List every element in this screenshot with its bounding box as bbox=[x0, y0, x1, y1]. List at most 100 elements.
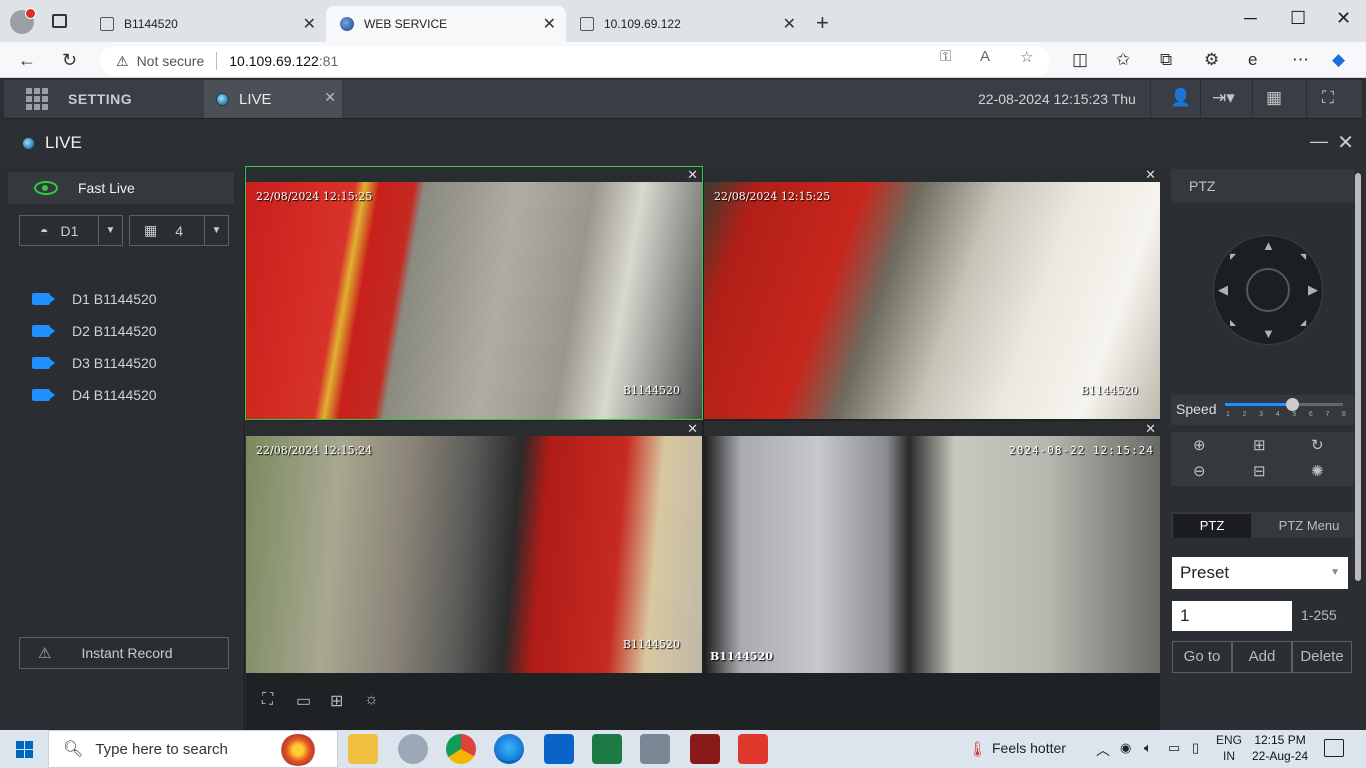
maximize-icon[interactable]: ☐ bbox=[1290, 8, 1306, 29]
zoom-out-icon[interactable]: ⊖ bbox=[1193, 462, 1206, 480]
favorite-star-icon[interactable]: ☆ bbox=[1020, 48, 1033, 66]
battery-icon[interactable]: ▯ bbox=[1192, 740, 1199, 756]
preset-select[interactable]: Preset ▼ bbox=[1172, 557, 1348, 589]
minimize-icon[interactable]: — bbox=[1310, 131, 1328, 152]
zoom-in-icon[interactable]: ⊕ bbox=[1193, 436, 1206, 454]
right-arrow-icon[interactable]: ▶ bbox=[1308, 282, 1318, 298]
setting-link[interactable]: SETTING bbox=[68, 91, 132, 107]
quad-view-icon[interactable]: ⊞ bbox=[330, 691, 343, 711]
goto-button[interactable]: Go to bbox=[1172, 641, 1232, 673]
camera-feed[interactable]: 22/08/2024 12:15:25 B1144520 bbox=[704, 182, 1160, 419]
menu-grid-icon[interactable] bbox=[26, 88, 48, 110]
camera-feed[interactable]: 22/08/2024 12:15:24 B1144520 bbox=[246, 436, 702, 673]
qr-code-icon[interactable]: ▦ bbox=[1266, 88, 1282, 108]
profile-avatar-icon[interactable] bbox=[10, 8, 36, 34]
left-arrow-icon[interactable]: ◀ bbox=[1218, 282, 1228, 298]
up-left-arrow-icon[interactable]: ◤ bbox=[1230, 252, 1236, 261]
volume-icon[interactable]: 🔈︎ bbox=[1144, 740, 1152, 756]
channel-item-d4[interactable]: D4 B1144520 bbox=[32, 379, 157, 411]
edge-icon[interactable]: e bbox=[1248, 50, 1257, 70]
speed-slider[interactable] bbox=[1225, 398, 1343, 411]
video-cell-4[interactable]: ✕ 2024-08-22 12:15:24 B1144520 bbox=[704, 421, 1160, 673]
edge-icon[interactable] bbox=[494, 734, 524, 764]
brightness-icon[interactable]: ☼ bbox=[364, 691, 379, 709]
close-icon[interactable]: ✕ bbox=[1337, 130, 1354, 155]
close-icon[interactable]: ✕ bbox=[1145, 167, 1156, 183]
read-aloud-icon[interactable]: A bbox=[980, 48, 990, 65]
anydesk-icon[interactable] bbox=[738, 734, 768, 764]
chevron-down-icon[interactable]: ▼ bbox=[98, 216, 122, 245]
down-arrow-icon[interactable]: ▼ bbox=[1262, 326, 1275, 341]
tab-ptz-menu[interactable]: PTZ Menu bbox=[1266, 514, 1352, 538]
device-select[interactable]: ◓ D1 ▼ bbox=[19, 215, 123, 246]
key-icon[interactable]: ⚿ bbox=[940, 48, 951, 65]
layout-select[interactable]: ▦ 4 ▼ bbox=[129, 215, 229, 246]
logout-icon[interactable]: ⇥▾ bbox=[1212, 88, 1235, 108]
extension-icon[interactable]: ⚙ bbox=[1204, 50, 1219, 70]
rotate-icon[interactable]: ↻ bbox=[1311, 436, 1324, 454]
ptz-direction-wheel[interactable]: ▲ ▼ ◀ ▶ ◤ ◥ ◣ ◢ bbox=[1213, 235, 1323, 345]
file-explorer-icon[interactable] bbox=[348, 734, 378, 764]
close-icon[interactable]: ✕ bbox=[1145, 421, 1156, 437]
windows-start-icon[interactable] bbox=[16, 741, 33, 758]
down-left-arrow-icon[interactable]: ◣ bbox=[1230, 318, 1236, 327]
app-window-icon[interactable] bbox=[640, 734, 670, 764]
up-arrow-icon[interactable]: ▲ bbox=[1262, 238, 1275, 253]
notification-icon[interactable]: 5 bbox=[1324, 739, 1344, 757]
taskbar-clock[interactable]: 12:15 PM 22-Aug-24 bbox=[1252, 732, 1308, 764]
user-icon[interactable]: 👤 bbox=[1170, 88, 1191, 108]
browser-tab-3[interactable]: 10.109.69.122 ✕ bbox=[566, 6, 806, 42]
down-right-arrow-icon[interactable]: ◢ bbox=[1300, 318, 1306, 327]
scrollbar-thumb[interactable] bbox=[1355, 173, 1361, 581]
favorites-icon[interactable]: ✩ bbox=[1116, 50, 1130, 70]
video-cell-3[interactable]: ✕ 22/08/2024 12:15:24 B1144520 bbox=[246, 421, 702, 673]
chevron-down-icon[interactable]: ▼ bbox=[204, 216, 228, 245]
split-screen-icon[interactable]: ◫ bbox=[1072, 50, 1088, 70]
taskbar-search-box[interactable]: 🔍︎ Type here to search bbox=[48, 730, 338, 768]
fast-live-button[interactable]: Fast Live bbox=[8, 172, 234, 204]
app-icon[interactable] bbox=[398, 734, 428, 764]
iris-icon[interactable]: ✺ bbox=[1311, 462, 1324, 480]
focus-far-icon[interactable]: ⊟ bbox=[1253, 462, 1266, 480]
close-icon[interactable]: ✕ bbox=[543, 14, 556, 34]
tab-ptz[interactable]: PTZ bbox=[1173, 514, 1251, 538]
security-label[interactable]: Not secure bbox=[137, 53, 205, 69]
chrome-icon[interactable] bbox=[446, 734, 476, 764]
close-icon[interactable]: ✕ bbox=[687, 167, 698, 183]
close-icon[interactable]: ✕ bbox=[303, 14, 316, 34]
video-cell-2[interactable]: ✕ 22/08/2024 12:15:25 B1144520 bbox=[704, 167, 1160, 419]
camera-feed[interactable]: 22/08/2024 12:15:25 B1144520 bbox=[246, 182, 702, 419]
search-highlight-icon[interactable] bbox=[279, 734, 317, 766]
copilot-icon[interactable]: ◆ bbox=[1332, 50, 1345, 70]
outlook-icon[interactable] bbox=[544, 734, 574, 764]
excel-icon[interactable] bbox=[592, 734, 622, 764]
add-button[interactable]: Add bbox=[1232, 641, 1292, 673]
preset-number-input[interactable]: 1 bbox=[1172, 601, 1292, 631]
camera-feed[interactable]: 2024-08-22 12:15:24 B1144520 bbox=[704, 436, 1160, 673]
network-icon[interactable]: ▭ bbox=[1168, 740, 1180, 756]
browser-tab-1[interactable]: B1144520 ✕ bbox=[86, 6, 326, 42]
instant-record-button[interactable]: ⚠ Instant Record bbox=[19, 637, 229, 669]
close-window-icon[interactable]: ✕ bbox=[1336, 8, 1351, 29]
back-icon[interactable]: ← bbox=[18, 50, 36, 71]
focus-near-icon[interactable]: ⊞ bbox=[1253, 436, 1266, 454]
new-tab-icon[interactable]: + bbox=[816, 10, 829, 36]
tab-live[interactable]: LIVE ✕ bbox=[204, 80, 342, 118]
app-icon[interactable] bbox=[690, 734, 720, 764]
ptz-center-button[interactable] bbox=[1246, 268, 1290, 312]
fullscreen-icon[interactable]: ⛶ bbox=[1322, 88, 1334, 108]
channel-item-d2[interactable]: D2 B1144520 bbox=[32, 315, 157, 347]
reload-icon[interactable]: ↻ bbox=[62, 50, 77, 71]
minimize-icon[interactable]: ─ bbox=[1244, 8, 1257, 29]
more-icon[interactable]: ⋯ bbox=[1292, 50, 1309, 70]
single-view-icon[interactable]: ▭ bbox=[296, 691, 311, 711]
chevron-up-icon[interactable]: ︿ bbox=[1096, 740, 1110, 760]
speed-slider-handle[interactable] bbox=[1286, 398, 1300, 411]
address-field[interactable]: ⚠ Not secure 10.109.69.122 :81 bbox=[100, 46, 1050, 76]
collections-icon[interactable]: ⧉ bbox=[1160, 50, 1172, 70]
language-indicator[interactable]: ENG IN bbox=[1216, 732, 1242, 764]
close-icon[interactable]: ✕ bbox=[687, 421, 698, 437]
delete-button[interactable]: Delete bbox=[1292, 641, 1352, 673]
webcam-icon[interactable]: ◉ bbox=[1120, 740, 1131, 756]
tab-actions-icon[interactable] bbox=[52, 14, 67, 28]
